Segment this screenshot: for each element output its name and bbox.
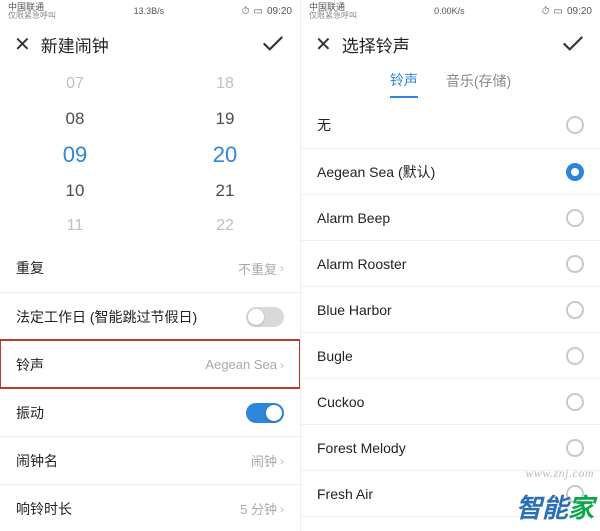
- vibrate-switch[interactable]: [246, 403, 284, 423]
- radio-icon[interactable]: [566, 163, 584, 181]
- carrier-sub: 仅限紧急呼叫: [8, 12, 56, 20]
- alarm-icon: ⏱: [542, 6, 550, 17]
- radio-icon[interactable]: [566, 439, 584, 457]
- clock-label: 09:20: [267, 6, 292, 17]
- tab-ringtone[interactable]: 铃声: [390, 70, 418, 98]
- ringtone-list: 无 Aegean Sea (默认) Alarm Beep Alarm Roost…: [301, 102, 600, 531]
- carrier-sub: 仅限紧急呼叫: [309, 12, 357, 20]
- ringtone-item[interactable]: Hawaii: [301, 516, 600, 531]
- minute-column[interactable]: 18 19 20 21 22: [150, 66, 300, 244]
- chevron-right-icon: ›: [280, 358, 284, 372]
- ringtone-item[interactable]: 无: [301, 102, 600, 148]
- battery-icon: ▭: [254, 6, 263, 17]
- time-picker[interactable]: 07 08 09 10 11 18 19 20 21 22: [0, 66, 300, 244]
- chevron-right-icon: ›: [280, 454, 284, 468]
- ringtone-item[interactable]: Aegean Sea (默认): [301, 148, 600, 194]
- alarm-icon: ⏱: [242, 6, 250, 17]
- ringtone-item[interactable]: Forest Melody: [301, 424, 600, 470]
- clock-label: 09:20: [567, 6, 592, 17]
- row-workday[interactable]: 法定工作日 (智能跳过节假日): [0, 292, 300, 340]
- row-vibrate[interactable]: 振动: [0, 388, 300, 436]
- title-bar: ✕ 新建闹钟: [0, 22, 300, 66]
- radio-icon[interactable]: [566, 209, 584, 227]
- close-icon[interactable]: ✕: [315, 32, 332, 57]
- radio-icon[interactable]: [566, 116, 584, 134]
- ringtone-item[interactable]: Fresh Air: [301, 470, 600, 516]
- ringtone-item[interactable]: Bugle: [301, 332, 600, 378]
- row-repeat[interactable]: 重复 不重复›: [0, 244, 300, 292]
- battery-icon: ▭: [554, 6, 563, 17]
- radio-icon[interactable]: [566, 255, 584, 273]
- left-screen: 中国联通 仅限紧急呼叫 13.3B/s ⏱ ▭ 09:20 ✕ 新建闹钟 07 …: [0, 0, 300, 531]
- status-bar: 中国联通 仅限紧急呼叫 0.00K/s ⏱ ▭ 09:20: [301, 0, 600, 22]
- radio-icon[interactable]: [566, 393, 584, 411]
- page-title: 新建闹钟: [31, 32, 260, 57]
- settings-list: 重复 不重复› 法定工作日 (智能跳过节假日) 铃声 Aegean Sea› 振…: [0, 244, 300, 531]
- workday-switch[interactable]: [246, 307, 284, 327]
- status-bar: 中国联通 仅限紧急呼叫 13.3B/s ⏱ ▭ 09:20: [0, 0, 300, 22]
- tab-music[interactable]: 音乐(存储): [446, 71, 511, 97]
- ringtone-item[interactable]: Cuckoo: [301, 378, 600, 424]
- ringtone-item[interactable]: Alarm Rooster: [301, 240, 600, 286]
- row-ringtone[interactable]: 铃声 Aegean Sea›: [0, 340, 300, 388]
- page-title: 选择铃声: [332, 32, 560, 57]
- row-duration[interactable]: 响铃时长 5 分钟›: [0, 484, 300, 531]
- minute-selected: 20: [213, 137, 237, 173]
- radio-icon[interactable]: [566, 485, 584, 503]
- title-bar: ✕ 选择铃声: [301, 22, 600, 66]
- tabs: 铃声 音乐(存储): [301, 66, 600, 102]
- net-speed: 13.3B/s: [134, 6, 165, 16]
- ringtone-item[interactable]: Alarm Beep: [301, 194, 600, 240]
- radio-icon[interactable]: [566, 301, 584, 319]
- net-speed: 0.00K/s: [434, 6, 465, 16]
- hour-selected: 09: [63, 137, 87, 173]
- chevron-right-icon: ›: [280, 261, 284, 275]
- right-screen: 中国联通 仅限紧急呼叫 0.00K/s ⏱ ▭ 09:20 ✕ 选择铃声 铃声 …: [300, 0, 600, 531]
- confirm-button[interactable]: [260, 31, 286, 57]
- radio-icon[interactable]: [566, 347, 584, 365]
- row-name[interactable]: 闹钟名 闹钟›: [0, 436, 300, 484]
- confirm-button[interactable]: [560, 31, 586, 57]
- hour-column[interactable]: 07 08 09 10 11: [0, 66, 150, 244]
- close-icon[interactable]: ✕: [14, 32, 31, 57]
- ringtone-item[interactable]: Blue Harbor: [301, 286, 600, 332]
- chevron-right-icon: ›: [280, 502, 284, 516]
